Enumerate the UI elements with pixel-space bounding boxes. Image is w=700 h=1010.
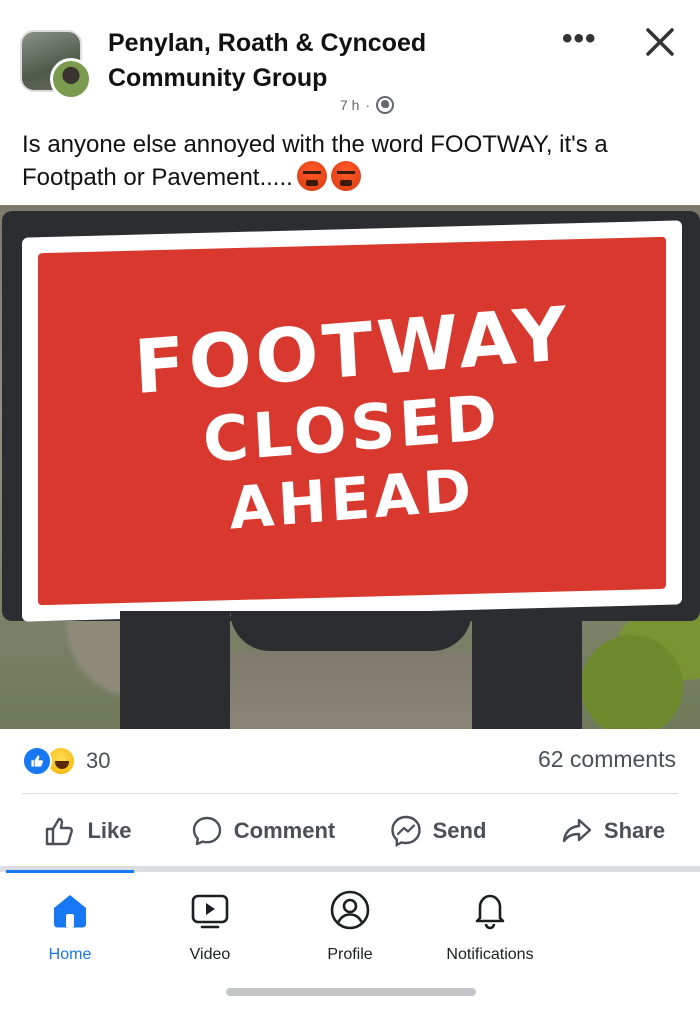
meta-separator: ·: [365, 97, 371, 113]
like-icon: [22, 746, 52, 776]
sign-arch: [230, 611, 472, 651]
comment-button[interactable]: Comment: [175, 800, 350, 862]
send-label: Send: [432, 818, 487, 843]
sign-face: FOOTWAY CLOSED AHEAD: [38, 236, 666, 606]
tab-home[interactable]: Home: [0, 888, 140, 964]
group-avatar[interactable]: [20, 30, 94, 100]
video-icon: [191, 894, 229, 929]
thumbs-up-icon: [46, 817, 74, 846]
comment-icon: [192, 816, 221, 846]
share-icon: [562, 818, 592, 843]
post-caption: Is anyone else annoyed with the word FOO…: [22, 128, 682, 194]
share-button[interactable]: Share: [525, 800, 700, 862]
like-button[interactable]: Like: [0, 800, 175, 862]
share-label: Share: [603, 818, 666, 843]
reactions-summary[interactable]: 30: [22, 746, 110, 776]
angry-face-icon: [330, 161, 361, 191]
post-stats: 30 62 comments: [0, 730, 700, 792]
messenger-icon: [390, 815, 421, 848]
home-icon: [54, 895, 86, 928]
post-header: Penylan, Roath & Cyncoed Community Group…: [0, 0, 700, 120]
author-avatar: [50, 58, 92, 100]
post-actions: Like Comment Send Share: [0, 800, 700, 862]
post-meta: 7 h ·: [340, 96, 395, 114]
sign-text-line-3: AHEAD: [227, 455, 477, 543]
group-name[interactable]: Penylan, Roath & Cyncoed Community Group: [108, 26, 488, 96]
globe-icon: [376, 96, 395, 114]
sign-text-line-1: FOOTWAY: [131, 290, 573, 412]
tab-notifications-label: Notifications: [446, 946, 534, 963]
tab-video-label: Video: [189, 946, 231, 963]
like-label: Like: [87, 818, 132, 843]
close-icon[interactable]: [640, 22, 680, 62]
reaction-count: 30: [86, 748, 111, 773]
angry-face-icon: [296, 161, 327, 191]
comment-label: Comment: [233, 818, 336, 843]
pavement: [230, 651, 472, 729]
post-timestamp: 7 h: [340, 97, 360, 113]
sign-leg-left: [120, 611, 230, 729]
bell-icon: [475, 894, 505, 930]
post-photo[interactable]: FOOTWAY CLOSED AHEAD: [0, 205, 700, 729]
active-tab-indicator: [6, 870, 134, 873]
home-indicator[interactable]: [226, 988, 476, 996]
tab-profile-label: Profile: [327, 946, 373, 963]
tab-home-label: Home: [48, 946, 92, 963]
more-options-icon[interactable]: •••: [562, 24, 597, 54]
tab-profile[interactable]: Profile: [280, 888, 420, 964]
comments-count[interactable]: 62 comments: [538, 746, 676, 773]
sign-leg-right: [472, 611, 582, 729]
tab-notifications[interactable]: Notifications: [420, 888, 560, 964]
road-sign: FOOTWAY CLOSED AHEAD: [2, 211, 700, 729]
profile-icon: [330, 890, 370, 930]
send-button[interactable]: Send: [350, 800, 525, 862]
sign-board: FOOTWAY CLOSED AHEAD: [22, 220, 682, 622]
divider: [22, 793, 678, 794]
bottom-tab-bar: Home Video Profile Notifications: [0, 876, 700, 976]
tab-video[interactable]: Video: [140, 888, 280, 964]
